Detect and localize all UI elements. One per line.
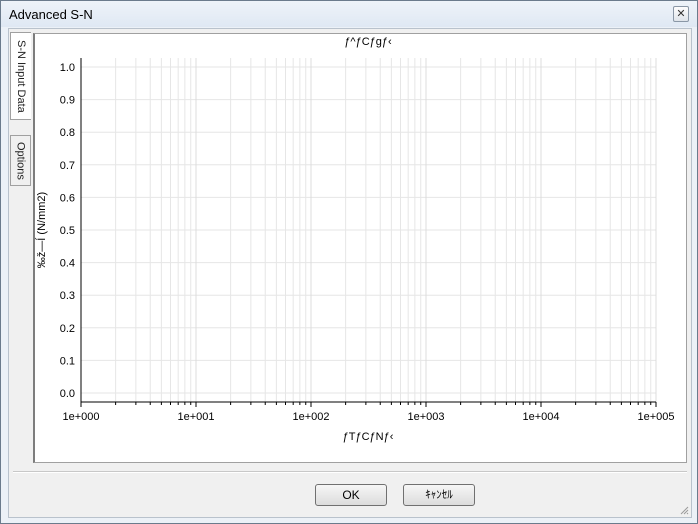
y-axis-label: ‰ž—Í (N/mm2) [35, 192, 48, 268]
chart-grid [80, 58, 657, 402]
x-tick-label: 1e+000 [62, 411, 99, 423]
tab-sn-input-data-label: S-N Input Data [15, 39, 27, 113]
y-tick-label: 0.3 [60, 290, 75, 302]
x-tick-label: 1e+002 [292, 411, 329, 423]
close-button[interactable]: ✕ [673, 6, 689, 22]
title-bar: Advanced S-N ✕ [1, 1, 697, 27]
x-tick-label: 1e+004 [522, 411, 559, 423]
tab-options-label: Options [14, 141, 27, 180]
y-tick-label: 0.6 [60, 192, 75, 204]
y-tick-label: 0.5 [60, 225, 75, 237]
y-tick-label: 0.7 [60, 160, 75, 172]
sn-chart: ƒ^ƒCƒgƒ‹ 1.0 0.9 0.8 0.7 0.6 0.5 0.4 0.3 0.2 0.1 0… [35, 36, 675, 443]
tab-panel: ƒ^ƒCƒgƒ‹ 1.0 0.9 0.8 0.7 0.6 0.5 0.4 0.3 0.2 0.1 0… [33, 33, 687, 463]
chart-title: ƒ^ƒCƒgƒ‹ [344, 36, 392, 48]
y-tick-label: 0.1 [60, 355, 75, 367]
x-tick-label: 1e+005 [637, 411, 674, 423]
window-title: Advanced S-N [9, 7, 93, 22]
y-tick-label: 0.8 [60, 127, 75, 139]
y-tick-label: 0.2 [60, 323, 75, 335]
tab-sn-input-data[interactable]: S-N Input Data [10, 32, 31, 120]
tab-options[interactable]: Options [10, 135, 31, 186]
ok-button[interactable]: OK [315, 484, 387, 506]
y-tick-label: 0.9 [60, 95, 75, 107]
cancel-button[interactable]: ｷｬﾝｾﾙ [403, 484, 475, 506]
x-tick-label: 1e+003 [407, 411, 444, 423]
y-ticks: 1.0 0.9 0.8 0.7 0.6 0.5 0.4 0.3 0.2 0.1 0.0 [60, 62, 75, 400]
close-icon: ✕ [676, 8, 686, 20]
y-tick-label: 1.0 [60, 62, 75, 74]
x-tick-label: 1e+001 [177, 411, 214, 423]
x-axis-label: ƒTƒCƒNƒ‹ [343, 431, 394, 443]
resize-grip-icon[interactable] [679, 505, 689, 515]
dialog-client-area: S-N Input Data Options ƒ^ƒCƒgƒ‹ 1.0 0.9 0.… [8, 28, 692, 518]
dialog-window: Advanced S-N ✕ S-N Input Data Options ƒ^… [0, 0, 698, 524]
y-tick-label: 0.0 [60, 388, 75, 400]
y-tick-label: 0.4 [60, 258, 75, 270]
x-ticks: 1e+000 1e+001 1e+002 1e+003 1e+004 1e+005 [62, 402, 675, 423]
button-separator [13, 471, 687, 473]
